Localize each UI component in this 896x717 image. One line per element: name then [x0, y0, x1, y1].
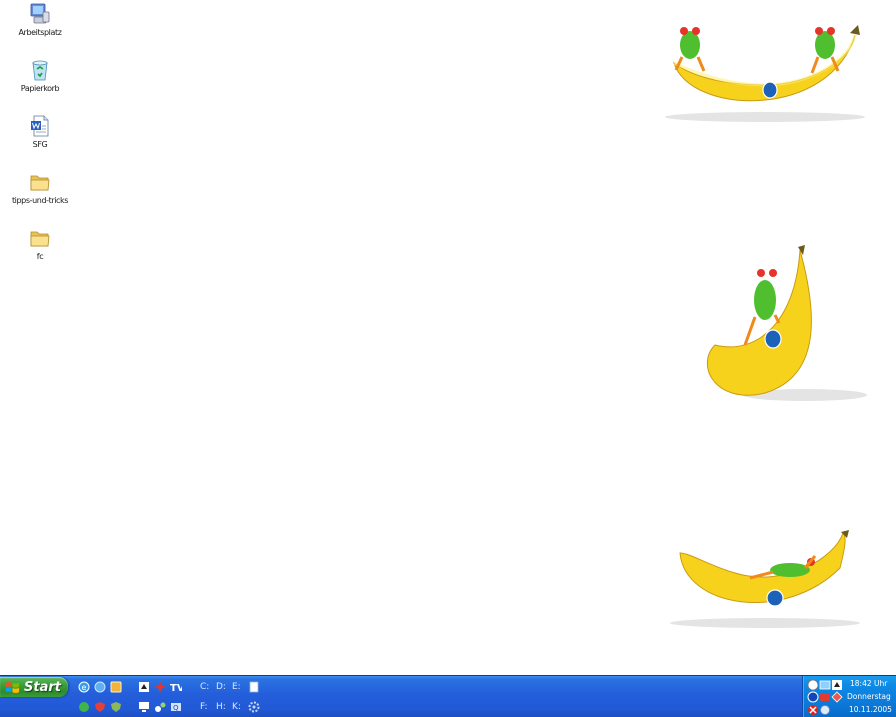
clock-date: 10.11.2005	[849, 705, 892, 714]
svg-text:e: e	[82, 683, 87, 692]
start-label: Start	[24, 679, 61, 695]
folder-icon	[30, 175, 50, 191]
settings-icon[interactable]: Q	[170, 701, 182, 713]
shield-icon[interactable]	[110, 701, 122, 713]
desktop-icon-label: Papierkorb	[20, 84, 60, 93]
recycle-bin-icon	[32, 60, 48, 81]
drive-h[interactable]: H:	[216, 702, 226, 712]
desktop-icon-label: fc	[36, 252, 44, 261]
drive-d[interactable]: D:	[216, 682, 226, 692]
desktop-icon-fc[interactable]: fc	[4, 226, 76, 261]
wallpaper-banana-frog-middle	[706, 245, 867, 401]
word-document-icon	[31, 115, 49, 137]
drive-k[interactable]: K:	[232, 702, 241, 712]
start-button[interactable]: Start	[0, 677, 68, 697]
desktop-icon-tipps-und-tricks[interactable]: tipps-und-tricks	[4, 170, 76, 205]
svg-text:Q: Q	[173, 704, 179, 712]
desktop-icon-arbeitsplatz[interactable]: Arbeitsplatz	[4, 2, 76, 37]
drive-e[interactable]: E:	[232, 682, 241, 692]
desktop-icon-label: Arbeitsplatz	[18, 28, 62, 37]
document-icon[interactable]	[248, 681, 260, 693]
outlook-icon[interactable]	[110, 681, 122, 693]
wallpaper-banana-frog-bottom	[670, 530, 860, 628]
volume-icon[interactable]	[807, 679, 819, 691]
desktop-icon-sfg[interactable]: SFG	[4, 114, 76, 149]
shield-icon[interactable]	[94, 701, 106, 713]
clock-day: Donnerstag	[847, 692, 891, 701]
clock-icon[interactable]	[819, 704, 831, 716]
taskbar: Start e TV C: D: E: Q F: H: K: 18:42 Uhr…	[0, 675, 896, 717]
monitor-icon[interactable]	[138, 701, 150, 713]
firewall-icon[interactable]	[819, 691, 831, 703]
clock-time[interactable]: 18:42 Uhr	[850, 679, 887, 688]
app-tray-icon[interactable]	[831, 679, 843, 691]
tools-icon[interactable]	[154, 701, 166, 713]
bookmark-icon[interactable]	[154, 681, 166, 693]
ie-icon[interactable]: e	[78, 681, 90, 693]
system-tray: 18:42 Uhr Donnerstag 10.11.2005	[802, 676, 896, 717]
drive-f[interactable]: F:	[200, 702, 208, 712]
shield-tray-icon[interactable]	[831, 691, 843, 703]
drive-c[interactable]: C:	[200, 682, 209, 692]
gear-icon[interactable]	[248, 701, 260, 713]
desktop-icon-papierkorb[interactable]: Papierkorb	[4, 58, 76, 93]
windows-flag-icon	[5, 681, 20, 693]
desktop-icon-label: tipps-und-tricks	[11, 196, 69, 205]
svg-text:TV: TV	[170, 683, 182, 693]
tv-icon[interactable]: TV	[170, 681, 182, 693]
desktop-icon-label: SFG	[32, 140, 48, 149]
network-icon[interactable]	[78, 701, 90, 713]
app-icon[interactable]	[138, 681, 150, 693]
my-computer-icon	[30, 3, 50, 24]
wallpaper-banana-frogs-top	[665, 25, 865, 122]
alert-icon[interactable]	[807, 704, 819, 716]
folder-icon	[30, 231, 50, 247]
network-tray-icon[interactable]	[819, 679, 831, 691]
antivirus-icon[interactable]	[807, 691, 819, 703]
ie-globe-icon[interactable]	[94, 681, 106, 693]
